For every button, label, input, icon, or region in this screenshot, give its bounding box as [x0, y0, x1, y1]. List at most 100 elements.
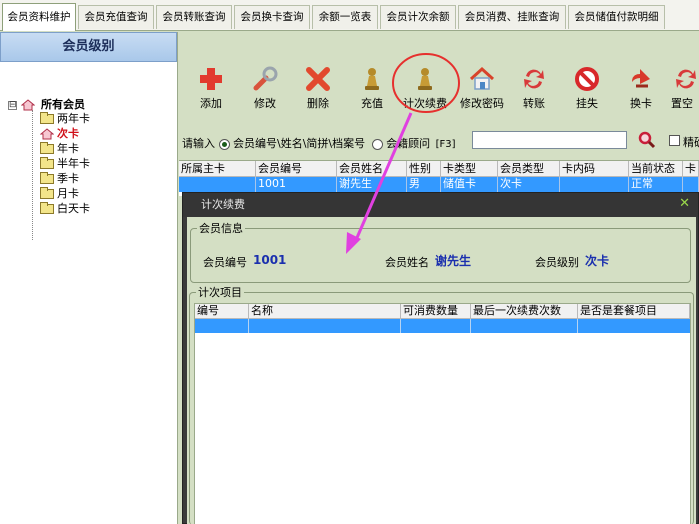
tree-item-quarter[interactable]: 季卡 [40, 172, 79, 186]
grid-cell[interactable]: 谢先生 [337, 177, 407, 192]
column-header[interactable]: 名称 [249, 304, 401, 319]
count-items-grid: 编号 名称 可消费数量 最后一次续费次数 是否是套餐项目 [194, 303, 691, 524]
table-row[interactable] [195, 319, 690, 333]
tab-stored-value-detail[interactable]: 会员储值付款明细 [568, 5, 665, 29]
column-header[interactable]: 会员类型 [498, 161, 560, 177]
member-info-group: 会员信息 会员编号 1001 会员姓名 谢先生 会员级别 次卡 [190, 222, 691, 283]
count-renewal-button[interactable]: 计次续费 [399, 66, 451, 112]
x-delete-icon [306, 67, 330, 91]
selected-group-icon [40, 128, 54, 140]
toolbar: 添加 修改 删除 充值 计次续费 修改密码 转账 挂失 换卡 置空 [179, 32, 699, 114]
wrench-icon [253, 66, 278, 91]
folder-icon [40, 187, 54, 199]
refresh-icon [676, 69, 696, 89]
button-label: 添加 [200, 97, 222, 110]
collapse-icon[interactable]: ⊟ [8, 100, 17, 110]
member-name-value: 谢先生 [435, 254, 472, 268]
grid-cell[interactable] [560, 177, 629, 192]
grid-cell[interactable]: 正常 [629, 177, 683, 192]
tree-item-half-year[interactable]: 半年卡 [40, 157, 90, 171]
plus-icon [200, 68, 222, 90]
exact-match-checkbox[interactable] [669, 135, 680, 146]
radio-consultant[interactable] [371, 138, 383, 150]
radio-member-fields-label: 会员编号\姓名\简拼\档案号 [233, 137, 366, 150]
grid-cell[interactable] [249, 319, 401, 333]
folder-icon [40, 172, 54, 184]
button-label: 转账 [523, 97, 545, 110]
tab-count-balance[interactable]: 会员计次余额 [380, 5, 456, 29]
tree-guide-line [32, 110, 33, 240]
member-id-label: 会员编号 [203, 256, 247, 269]
grid-cell[interactable]: 次卡 [498, 177, 560, 192]
column-header[interactable]: 是否是套餐项目 [578, 304, 690, 319]
add-button[interactable]: 添加 [185, 66, 237, 112]
column-header[interactable]: 性别 [407, 161, 441, 177]
column-header[interactable]: 卡内码 [560, 161, 629, 177]
column-header[interactable]: 最后一次续费次数 [471, 304, 578, 319]
pawn-icon [418, 68, 432, 90]
button-label: 计次续费 [403, 97, 447, 110]
tab-member-maintenance[interactable]: 会员资料维护 [2, 3, 76, 31]
module-tab-bar: 会员资料维护 会员充值查询 会员转账查询 会员换卡查询 余额一览表 会员计次余额… [0, 0, 699, 31]
search-row: 请输入 会员编号\姓名\简拼\档案号 会籍顾问 [F3] 精确 [179, 128, 699, 154]
tree-item-label: 两年卡 [57, 112, 90, 125]
dialog-title: 计次续费 [183, 193, 698, 217]
change-card-button[interactable]: 换卡 [615, 66, 667, 112]
tree-item-count-card[interactable]: 次卡 [40, 127, 79, 141]
delete-button[interactable]: 删除 [292, 66, 344, 112]
tree-root[interactable]: ⊟ 所有会员 [8, 96, 85, 111]
tree-item-two-year[interactable]: 两年卡 [40, 112, 90, 126]
edit-button[interactable]: 修改 [239, 66, 291, 112]
tree-item-daytime[interactable]: 白天卡 [40, 202, 90, 216]
tree-item-label: 次卡 [57, 127, 79, 140]
count-renewal-dialog: 计次续费 ✕ 会员信息 会员编号 1001 会员姓名 谢先生 会员级别 次卡 计… [182, 192, 699, 524]
button-label: 充值 [361, 97, 383, 110]
button-label: 挂失 [576, 97, 598, 110]
grid-cell[interactable]: 1001 [256, 177, 337, 192]
search-icon[interactable] [638, 131, 656, 149]
button-label: 修改 [254, 97, 276, 110]
change-password-button[interactable]: 修改密码 [455, 66, 509, 112]
grid-cell[interactable] [179, 177, 256, 192]
group-legend: 计次项目 [196, 286, 244, 299]
panel-title: 会员级别 [0, 32, 177, 62]
column-header[interactable]: 会员姓名 [337, 161, 407, 177]
close-icon[interactable]: ✕ [679, 197, 690, 211]
reset-button[interactable]: 置空 [669, 66, 699, 112]
exact-match-label: 精确 [683, 136, 699, 149]
tree-item-year[interactable]: 年卡 [40, 142, 79, 156]
column-header[interactable]: 所属主卡 [179, 161, 256, 177]
pawn-icon [365, 68, 379, 90]
recharge-button[interactable]: 充值 [346, 66, 398, 112]
grid-cell[interactable] [195, 319, 249, 333]
report-loss-button[interactable]: 挂失 [561, 66, 613, 112]
radio-member-fields[interactable] [218, 138, 230, 150]
tab-transfer-query[interactable]: 会员转账查询 [156, 5, 232, 29]
tab-balance-list[interactable]: 余额一览表 [312, 5, 378, 29]
group-legend: 会员信息 [197, 222, 245, 235]
grid-cell[interactable]: 储值卡 [441, 177, 498, 192]
count-items-group: 计次项目 编号 名称 可消费数量 最后一次续费次数 是否是套餐项目 [189, 286, 694, 524]
member-name-label: 会员姓名 [385, 256, 429, 269]
grid-cell[interactable]: 男 [407, 177, 441, 192]
search-input[interactable] [472, 131, 627, 149]
search-options: 请输入 会员编号\姓名\简拼\档案号 会籍顾问 [F3] [182, 135, 456, 151]
folder-icon [40, 157, 54, 169]
tab-consumption-query[interactable]: 会员消费、挂账查询 [458, 5, 566, 29]
grid-cell[interactable] [471, 319, 578, 333]
tab-recharge-query[interactable]: 会员充值查询 [78, 5, 154, 29]
tree-item-month[interactable]: 月卡 [40, 187, 79, 201]
transfer-button[interactable]: 转账 [508, 66, 560, 112]
column-header[interactable]: 可消费数量 [401, 304, 471, 319]
grid-cell[interactable] [683, 177, 699, 192]
column-header[interactable]: 编号 [195, 304, 249, 319]
column-header[interactable]: 卡类型 [441, 161, 498, 177]
tab-card-change-query[interactable]: 会员换卡查询 [234, 5, 310, 29]
grid-cell[interactable] [401, 319, 471, 333]
arrow-icon [632, 69, 650, 88]
column-header[interactable]: 卡 [683, 161, 699, 177]
search-prompt: 请输入 [182, 137, 215, 150]
column-header[interactable]: 会员编号 [256, 161, 337, 177]
grid-cell[interactable] [578, 319, 690, 333]
column-header[interactable]: 当前状态 [629, 161, 683, 177]
